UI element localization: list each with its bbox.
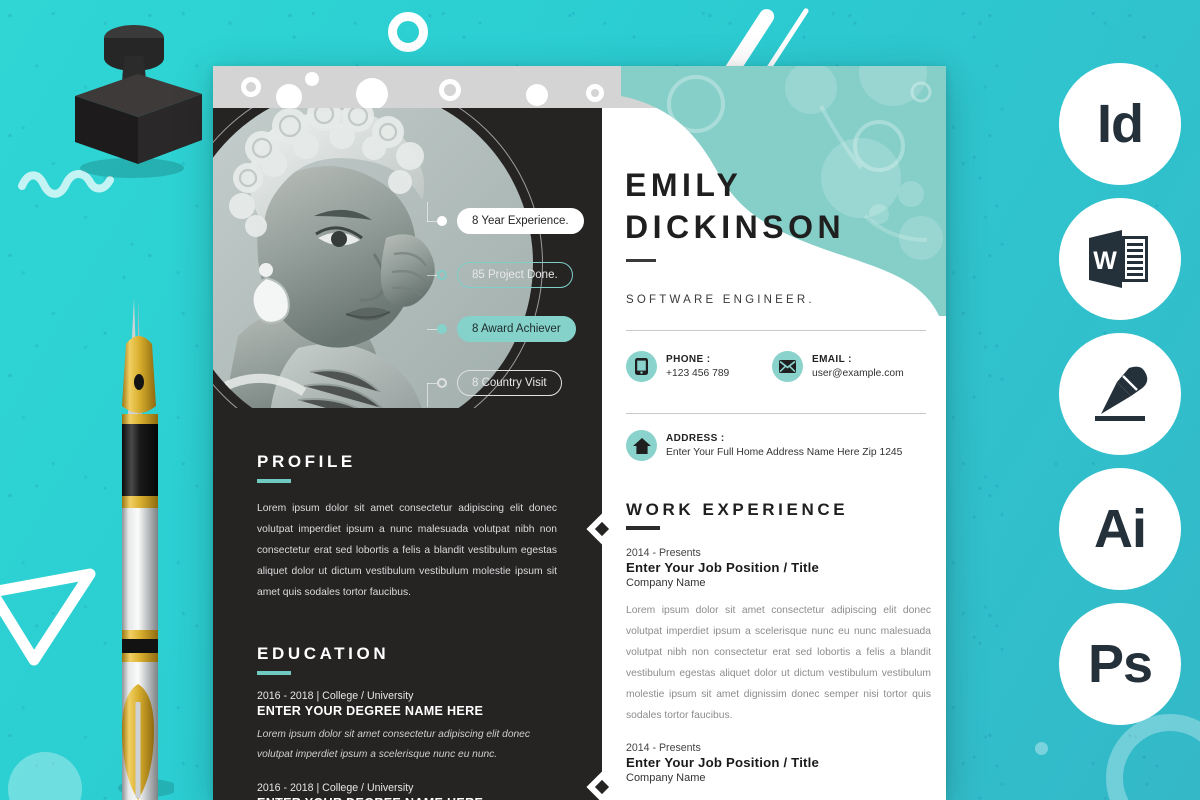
stat-label: 85 Project Done. [457,262,573,288]
work-description: Lorem ipsum dolor sit amet consectetur a… [626,604,931,721]
last-name: DICKINSON [625,209,846,246]
name-rule [626,259,656,262]
work-title: Enter Your Job Position / Title [626,559,820,575]
resume-page: 8 Year Experience. 85 Project Done. 8 Aw… [213,66,946,800]
indesign-label: Id [1097,94,1144,154]
stat-item: 8 Award Achiever [427,310,602,364]
work-item: 2014 - Presents Enter Your Job Position … [626,547,931,726]
education-heading: EDUCATION [257,644,390,663]
work-company: Company Name [626,771,706,784]
education-date: 2016 - 2018 | College / University [257,689,414,702]
topbar-circle [305,72,319,86]
stat-item: 8 Year Experience. [427,202,602,256]
dark-sidebar-panel: 8 Year Experience. 85 Project Done. 8 Aw… [213,108,602,800]
work-experience-section: WORK EXPERIENCE 2014 - Presents Enter Yo… [626,500,931,800]
topbar-circle [526,84,548,106]
contact-value: +123 456 789 [666,367,730,379]
triangle-decoration-icon [0,568,96,666]
contact-email: EMAIL : user@example.com [772,351,904,382]
education-description: Lorem ipsum dolor sit amet consectetur a… [257,728,530,760]
word-icon[interactable]: W [1059,198,1181,320]
work-heading: WORK EXPERIENCE [626,500,849,519]
stat-label: 8 Country Visit [457,370,562,396]
education-item: 2016 - 2018 | College / University ENTER… [257,782,557,800]
stat-item: 85 Project Done. [427,256,602,310]
work-item: 2014 - Presents Enter Your Job Position … [626,742,931,800]
contact-value: user@example.com [812,367,904,379]
divider [626,413,926,414]
profile-heading: PROFILE [257,452,356,471]
work-company: Company Name [626,576,706,589]
education-degree: ENTER YOUR DEGREE NAME HERE [257,703,484,718]
education-date: 2016 - 2018 | College / University [257,781,414,794]
software-badges: Id W Ai Ps [1059,63,1181,738]
topbar-circle [276,84,302,108]
topbar-circle-outline [586,84,604,102]
work-description: Lorem ipsum dolor sit amet consectetur a… [626,795,931,800]
profile-text: Lorem ipsum dolor sit amet consectetur a… [257,502,557,598]
stat-dot [437,216,447,226]
fountain-pen-object [118,298,174,800]
phone-icon [626,351,657,382]
stat-label: 8 Year Experience. [457,208,584,234]
svg-text:W: W [1093,247,1117,275]
topbar-circle-outline [241,77,261,97]
profile-section: PROFILE Lorem ipsum dolor sit amet conse… [257,452,557,603]
pen-tool-icon[interactable] [1059,333,1181,455]
indesign-icon[interactable]: Id [1059,63,1181,185]
small-dot-decoration-icon [1035,742,1048,755]
ring-decoration-icon [388,12,428,52]
resume-main-column: EMILY DICKINSON SOFTWARE ENGINEER. PHONE… [602,108,946,800]
page-title: EMILY DICKINSON [625,164,845,248]
contact-value: Enter Your Full Home Address Name Here Z… [666,446,903,458]
work-date: 2014 - Presents [626,546,701,559]
stat-dot [437,324,447,334]
stat-connector [427,202,428,222]
education-item: 2016 - 2018 | College / University ENTER… [257,690,557,765]
topbar-circle-outline [439,79,461,101]
stats-list: 8 Year Experience. 85 Project Done. 8 Aw… [427,202,602,418]
topbar-circle [356,78,388,108]
education-degree: ENTER YOUR DEGREE NAME HERE [257,796,557,800]
stat-connector [427,383,428,407]
divider [626,330,926,331]
illustrator-label: Ai [1094,499,1147,559]
illustrator-icon[interactable]: Ai [1059,468,1181,590]
contact-label: EMAIL : [812,353,852,365]
contact-label: PHONE : [666,353,711,365]
stat-dot [437,378,447,388]
rubber-stamp-object [75,25,202,178]
photoshop-label: Ps [1087,634,1153,694]
first-name: EMILY [625,167,743,203]
section-rule [257,479,291,483]
stat-item: 8 Country Visit [427,364,602,418]
home-icon [626,430,657,461]
contact-phone: PHONE : +123 456 789 [626,351,729,382]
work-title: Enter Your Job Position / Title [626,754,820,770]
email-icon [772,351,803,382]
photoshop-icon[interactable]: Ps [1059,603,1181,725]
education-section: EDUCATION 2016 - 2018 | College / Univer… [257,644,557,800]
job-role: SOFTWARE ENGINEER. [626,294,815,306]
work-date: 2014 - Presents [626,741,701,754]
stat-label: 8 Award Achiever [457,316,576,342]
stat-dot [437,270,447,280]
contact-address: ADDRESS : Enter Your Full Home Address N… [626,430,902,461]
section-rule [257,671,291,675]
contact-label: ADDRESS : [666,432,725,444]
section-rule [626,526,660,530]
